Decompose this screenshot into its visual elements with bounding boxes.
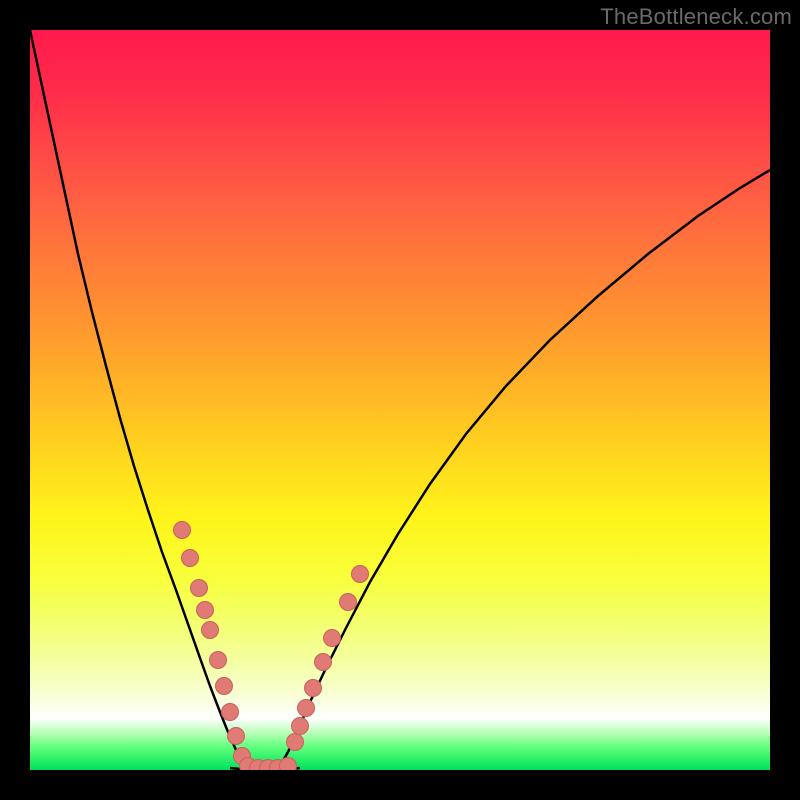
marker-left xyxy=(182,550,199,567)
plot-area xyxy=(30,30,770,770)
marker-left xyxy=(202,622,219,639)
marker-bottom xyxy=(280,758,297,771)
marker-right xyxy=(305,680,322,697)
marker-right xyxy=(292,718,309,735)
marker-right xyxy=(352,566,369,583)
marker-right xyxy=(324,630,341,647)
marker-left xyxy=(210,652,227,669)
marker-left xyxy=(191,580,208,597)
marker-right xyxy=(287,734,304,751)
right-curve xyxy=(280,170,770,766)
marker-right xyxy=(340,594,357,611)
marker-left xyxy=(216,678,233,695)
marker-left xyxy=(228,728,245,745)
marker-left xyxy=(197,602,214,619)
marker-right xyxy=(315,654,332,671)
marker-left xyxy=(222,704,239,721)
marker-right xyxy=(298,700,315,717)
watermark-text: TheBottleneck.com xyxy=(600,4,792,30)
chart-svg xyxy=(30,30,770,770)
marker-left xyxy=(174,522,191,539)
marker-group xyxy=(174,522,369,771)
chart-frame: TheBottleneck.com xyxy=(0,0,800,800)
